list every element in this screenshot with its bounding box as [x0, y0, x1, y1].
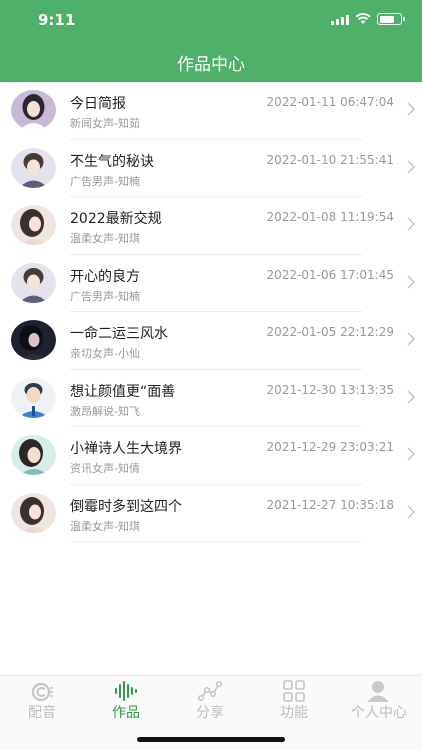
chevron-right-icon [407, 504, 416, 519]
item-voice: 温柔女声-知琪 [70, 232, 140, 245]
item-title: 倒霉时多到这四个 [70, 498, 182, 515]
tab-label: 个人中心 [351, 705, 407, 721]
status-time: 9:11 [38, 11, 76, 29]
item-voice: 激昂解说-知飞 [70, 404, 140, 418]
page-title: 作品中心 [177, 55, 245, 75]
chevron-right-icon [407, 447, 416, 461]
list-item[interactable]: 小禅诗人生大境界 资讯女声-知倩 2021-12-29 23:03:21 [0, 427, 422, 485]
tab-features[interactable]: 功能 [252, 676, 336, 726]
share-graph-icon [198, 680, 222, 702]
item-title: 今日简报 [70, 96, 126, 112]
battery-icon [377, 13, 405, 25]
list-item[interactable]: 倒霉时多到这四个 温柔女声-知琪 2021-12-27 10:35:18 [0, 485, 422, 543]
item-voice: 广告男声-知楠 [70, 174, 140, 188]
status-icons [331, 12, 405, 26]
item-timestamp: 2021-12-29 23:03:21 [266, 440, 394, 454]
item-timestamp: 2021-12-27 10:35:18 [266, 497, 394, 512]
avatar [11, 147, 56, 188]
avatar [11, 377, 56, 418]
tab-label: 配音 [28, 705, 56, 721]
home-indicator [137, 737, 285, 742]
chevron-right-icon [407, 332, 416, 346]
chevron-right-icon [407, 389, 416, 404]
avatar [11, 90, 56, 130]
avatar [11, 492, 56, 533]
tab-share[interactable]: 分享 [168, 676, 252, 726]
item-title: 2022最新交规 [70, 211, 162, 227]
status-bar: 9:11 [0, 0, 422, 40]
list-item[interactable]: 开心的良方 广告男声-知楠 2022-01-06 17:01:45 [0, 255, 422, 313]
item-voice: 新闻女声-知茹 [70, 117, 140, 130]
item-voice: 亲切女声-小仙 [70, 347, 140, 360]
tab-dubbing[interactable]: 配音 [0, 676, 84, 726]
item-title: 不生气的秘诀 [70, 153, 154, 170]
item-timestamp: 2022-01-05 22:12:29 [266, 325, 394, 339]
soundwave-icon [115, 681, 137, 701]
cellular-signal-icon [331, 13, 349, 25]
works-list: 今日简报 新闻女声-知茹 2022-01-11 06:47:04 不生气的秘诀 … [0, 82, 422, 542]
chevron-right-icon [407, 274, 416, 289]
item-title: 一命二运三风水 [70, 326, 168, 342]
avatar [11, 320, 56, 360]
chevron-right-icon [407, 159, 416, 174]
item-title: 开心的良方 [70, 268, 140, 285]
list-item[interactable]: 一命二运三风水 亲切女声-小仙 2022-01-05 22:12:29 [0, 312, 422, 370]
list-item[interactable]: 不生气的秘诀 广告男声-知楠 2022-01-10 21:55:41 [0, 140, 422, 198]
avatar [11, 262, 56, 303]
item-timestamp: 2022-01-08 11:19:54 [266, 210, 394, 224]
list-item[interactable]: 想让颜值更“面善 激昂解说-知飞 2021-12-30 13:13:35 [0, 370, 422, 428]
voice-icon [31, 682, 53, 702]
item-voice: 广告男声-知楠 [70, 289, 140, 303]
item-title: 小禅诗人生大境界 [70, 441, 182, 457]
person-icon [367, 681, 389, 702]
item-voice: 资讯女声-知倩 [70, 462, 140, 475]
chevron-right-icon [407, 102, 416, 116]
tab-label: 作品 [112, 705, 140, 721]
item-timestamp: 2022-01-06 17:01:45 [266, 267, 394, 282]
item-voice: 温柔女声-知琪 [70, 519, 140, 533]
grid-icon [283, 680, 305, 702]
list-item[interactable]: 今日简报 新闻女声-知茹 2022-01-11 06:47:04 [0, 82, 422, 140]
item-timestamp: 2022-01-11 06:47:04 [266, 95, 394, 109]
wifi-icon [355, 13, 371, 24]
tab-label: 分享 [196, 705, 224, 721]
item-timestamp: 2021-12-30 13:13:35 [266, 382, 394, 397]
tab-profile[interactable]: 个人中心 [336, 676, 422, 726]
app-header: 9:11 作品中心 [0, 0, 422, 82]
tab-works[interactable]: 作品 [84, 676, 168, 726]
chevron-right-icon [407, 217, 416, 231]
item-title: 想让颜值更“面善 [70, 383, 176, 400]
item-timestamp: 2022-01-10 21:55:41 [266, 152, 394, 167]
avatar [11, 435, 56, 475]
list-item[interactable]: 2022最新交规 温柔女声-知琪 2022-01-08 11:19:54 [0, 197, 422, 255]
avatar [11, 205, 56, 245]
tab-label: 功能 [280, 705, 308, 721]
